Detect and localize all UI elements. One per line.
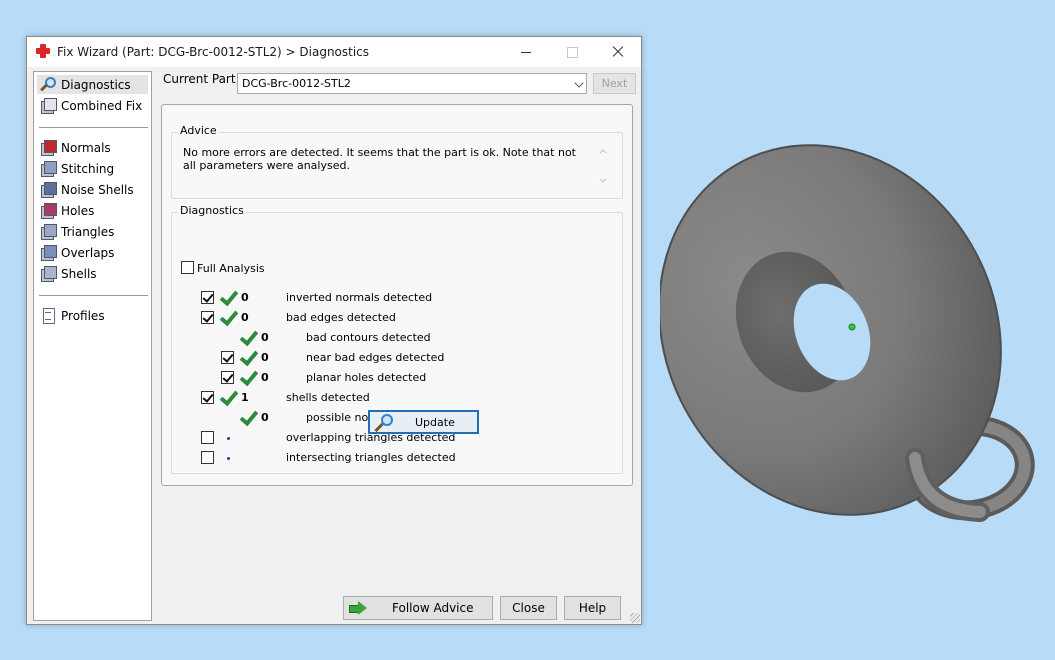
check-icon xyxy=(240,329,256,345)
nav-item-label: Profiles xyxy=(61,309,105,323)
cube-icon xyxy=(39,97,57,114)
full-analysis-checkbox[interactable] xyxy=(181,261,194,274)
check-icon xyxy=(240,369,256,385)
full-analysis-label: Full Analysis xyxy=(197,262,265,275)
nav-item-stitching[interactable]: Stitching xyxy=(37,159,148,178)
check-icon xyxy=(220,289,236,305)
current-part-label: Current Part: xyxy=(163,72,240,86)
green-arrow-icon xyxy=(349,601,367,615)
shells-count: 1 xyxy=(241,391,249,404)
nav-item-label: Combined Fix xyxy=(61,99,143,113)
nav-item-holes[interactable]: Holes xyxy=(37,201,148,220)
bad-contours-count: 0 xyxy=(261,331,269,344)
maximize-button xyxy=(549,37,595,67)
fix-wizard-window: Fix Wizard (Part: DCG-Brc-0012-STL2) > D… xyxy=(26,36,642,625)
nav-item-noise-shells[interactable]: Noise Shells xyxy=(37,180,148,199)
bad-edges-count: 0 xyxy=(241,311,249,324)
near-bad-edges-label: near bad edges detected xyxy=(306,351,445,364)
check-icon xyxy=(220,389,236,405)
bad-contours-label: bad contours detected xyxy=(306,331,431,344)
check-icon xyxy=(240,349,256,365)
part-3d-model[interactable] xyxy=(660,120,1040,540)
noise-shells-cube-icon xyxy=(39,181,57,198)
red-cross-app-icon xyxy=(36,44,50,58)
overlaps-cube-icon xyxy=(39,244,57,261)
wizard-nav: Diagnostics Combined Fix Normals Stitchi… xyxy=(33,71,152,621)
help-button[interactable]: Help xyxy=(564,596,621,620)
nav-item-overlaps[interactable]: Overlaps xyxy=(37,243,148,262)
inverted-normals-count: 0 xyxy=(241,291,249,304)
minimize-button[interactable] xyxy=(503,37,549,67)
resize-grip-icon[interactable] xyxy=(630,613,640,623)
nav-item-label: Overlaps xyxy=(61,246,115,260)
check-icon xyxy=(220,309,236,325)
bad-edges-checkbox[interactable] xyxy=(201,311,214,324)
normals-cube-icon xyxy=(39,139,57,156)
close-button[interactable]: Close xyxy=(500,596,557,620)
nav-item-shells[interactable]: Shells xyxy=(37,264,148,283)
nav-item-label: Noise Shells xyxy=(61,183,134,197)
nav-item-profiles[interactable]: Profiles xyxy=(37,306,148,325)
planar-holes-checkbox[interactable] xyxy=(221,371,234,384)
shells-checkbox[interactable] xyxy=(201,391,214,404)
intersecting-triangles-label: intersecting triangles detected xyxy=(286,451,456,464)
chevron-down-icon xyxy=(574,78,584,88)
next-button: Next xyxy=(593,73,636,94)
nav-item-diagnostics[interactable]: Diagnostics xyxy=(37,75,148,94)
close-window-button[interactable] xyxy=(595,37,641,67)
update-label: Update xyxy=(415,416,455,429)
planar-holes-count: 0 xyxy=(261,371,269,384)
not-analysed-dot-icon xyxy=(227,437,230,440)
nav-item-label: Holes xyxy=(61,204,95,218)
advice-title: Advice xyxy=(178,124,219,137)
title-bar[interactable]: Fix Wizard (Part: DCG-Brc-0012-STL2) > D… xyxy=(27,37,641,67)
near-bad-edges-checkbox[interactable] xyxy=(221,351,234,364)
nav-item-normals[interactable]: Normals xyxy=(37,138,148,157)
window-title: Fix Wizard (Part: DCG-Brc-0012-STL2) > D… xyxy=(57,45,370,59)
current-part-value: DCG-Brc-0012-STL2 xyxy=(242,77,351,90)
nav-item-triangles[interactable]: Triangles xyxy=(37,222,148,241)
current-part-dropdown[interactable]: DCG-Brc-0012-STL2 xyxy=(237,73,587,94)
nav-item-label: Normals xyxy=(61,141,111,155)
nav-item-label: Diagnostics xyxy=(61,78,131,92)
noise-shells-count: 0 xyxy=(261,411,269,424)
follow-advice-button[interactable]: Follow Advice xyxy=(343,596,493,620)
nav-item-label: Stitching xyxy=(61,162,115,176)
bad-edges-label: bad edges detected xyxy=(286,311,396,324)
advice-text: No more errors are detected. It seems th… xyxy=(183,146,576,172)
shells-label: shells detected xyxy=(286,391,370,404)
holes-cube-icon xyxy=(39,202,57,219)
nav-item-label: Triangles xyxy=(61,225,115,239)
near-bad-edges-count: 0 xyxy=(261,351,269,364)
nav-divider xyxy=(39,127,148,128)
inverted-normals-label: inverted normals detected xyxy=(286,291,433,304)
shells-cube-icon xyxy=(39,265,57,282)
nav-item-label: Shells xyxy=(61,267,97,281)
not-analysed-dot-icon xyxy=(227,457,230,460)
nav-item-combined-fix[interactable]: Combined Fix xyxy=(37,96,148,115)
planar-holes-label: planar holes detected xyxy=(306,371,427,384)
intersecting-triangles-checkbox[interactable] xyxy=(201,451,214,464)
stitching-cube-icon xyxy=(39,160,57,177)
check-icon xyxy=(240,409,256,425)
follow-advice-label: Follow Advice xyxy=(392,601,474,615)
magnifier-icon xyxy=(373,413,393,432)
overlapping-triangles-checkbox[interactable] xyxy=(201,431,214,444)
document-icon xyxy=(39,307,56,324)
update-button[interactable]: Update xyxy=(368,410,479,434)
inverted-normals-checkbox[interactable] xyxy=(201,291,214,304)
nav-divider xyxy=(39,295,148,296)
magnifier-icon xyxy=(39,76,56,93)
diagnostics-title: Diagnostics xyxy=(178,204,246,217)
triangles-cube-icon xyxy=(39,223,57,240)
